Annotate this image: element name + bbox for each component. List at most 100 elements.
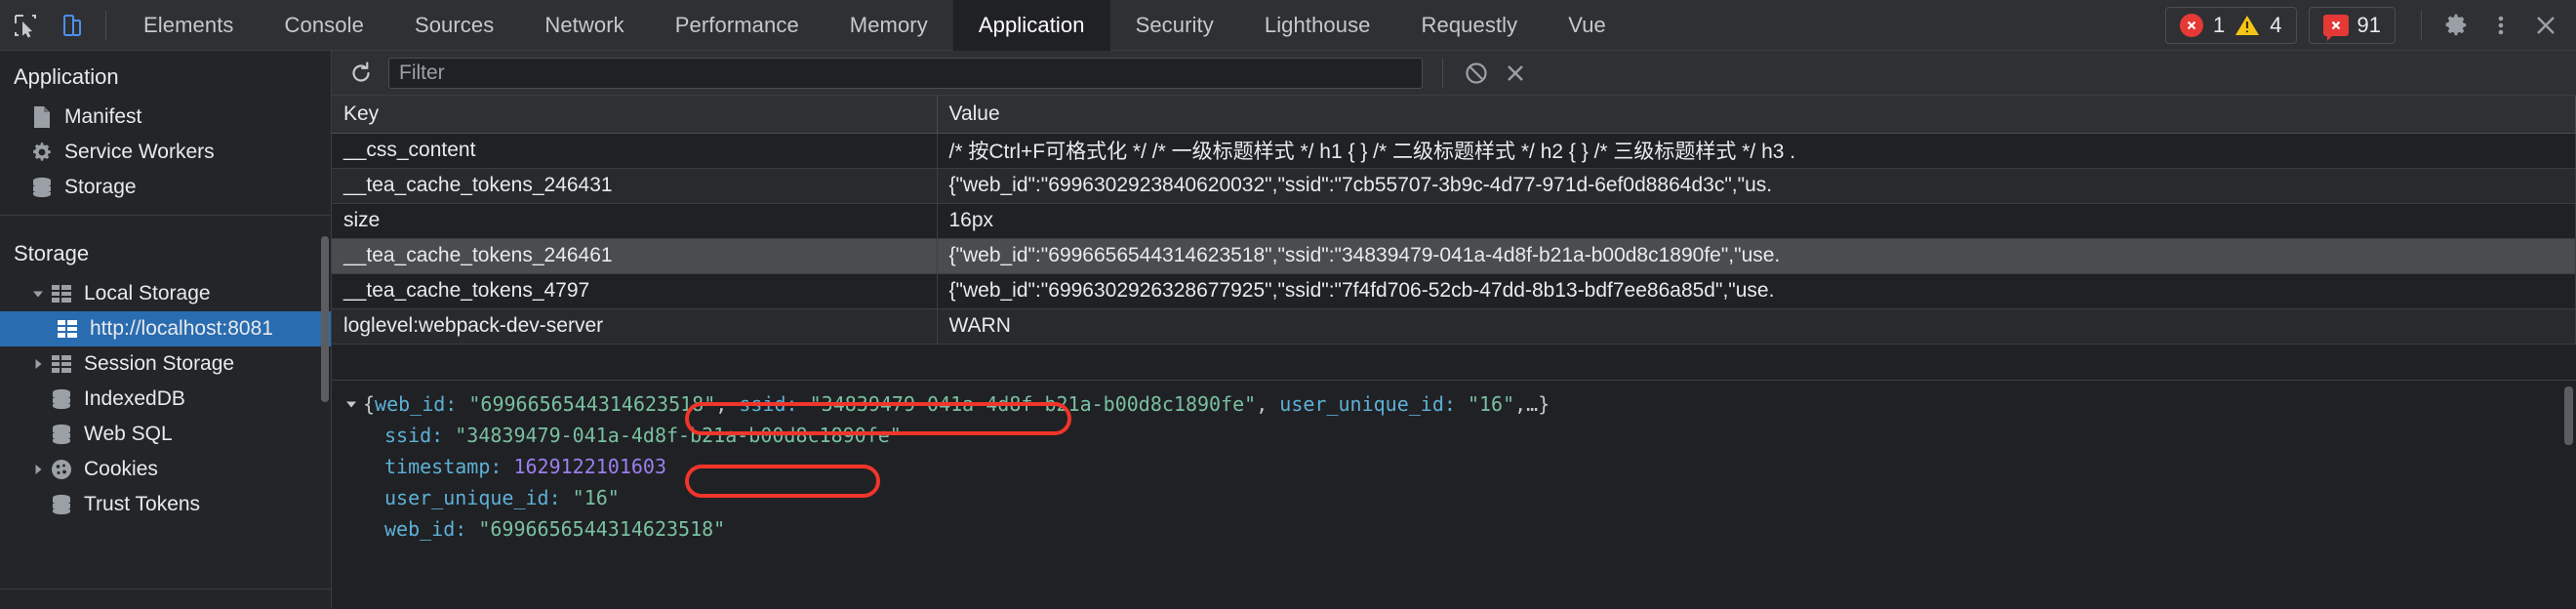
sidebar-item-cookies[interactable]: Cookies [0,452,331,487]
local-storage-panel: Key Value __css_content /* 按Ctrl+F可格式化 *… [332,51,2576,609]
error-icon [2180,13,2204,37]
sidebar-item-label: Storage [64,176,137,198]
tab-network[interactable]: Network [519,0,649,51]
table-row[interactable]: __tea_cache_tokens_4797 {"web_id":"69963… [332,273,2576,309]
application-sidebar: Application Manifest Service Workers Sto… [0,51,332,609]
sidebar-section-application: Application [14,64,119,89]
issues-badge[interactable]: 91 [2308,6,2395,44]
more-vertical-icon[interactable] [2478,3,2523,48]
tab-lighthouse[interactable]: Lighthouse [1239,0,1396,51]
sidebar-section-storage: Storage [14,241,90,265]
gear-icon[interactable] [2434,3,2478,48]
preview-property-ssid[interactable]: ssid: "34839479-041a-4d8f-b21a-b00d8c189… [342,420,2576,451]
table-row-selected[interactable]: __tea_cache_tokens_246461 {"web_id":"699… [332,238,2576,274]
sidebar-item-trust-tokens[interactable]: Trust Tokens [0,487,331,522]
tab-elements[interactable]: Elements [118,0,260,51]
preview-property-user-unique-id[interactable]: user_unique_id: "16" [342,482,2576,513]
preview-web-id-key: web_id: [375,392,458,416]
sidebar-item-manifest[interactable]: Manifest [0,100,331,135]
close-icon[interactable] [1496,54,1535,93]
error-count: 1 [2213,12,2226,37]
tab-requestly[interactable]: Requestly [1396,0,1544,51]
tab-sources[interactable]: Sources [389,0,519,51]
sidebar-item-web-sql[interactable]: Web SQL [0,417,331,452]
preview-ellipsis: ,…} [1514,392,1550,416]
toolbar-right-actions: 1 4 91 [2165,0,2576,51]
tab-application[interactable]: Application [952,0,1110,51]
preview-summary-line[interactable]: { web_id: "6996656544314623518" , ssid: … [342,388,2576,420]
chevron-down-icon[interactable] [29,287,47,301]
table-row[interactable]: __css_content /* 按Ctrl+F可格式化 */ /* 一级标题样… [332,133,2576,169]
property-key: web_id: [384,517,467,541]
database-icon [49,387,74,411]
sidebar-item-label: IndexedDB [84,387,185,410]
cookie-icon [49,458,74,481]
block-clear-icon[interactable] [1457,54,1496,93]
sidebar-item-session-storage[interactable]: Session Storage [0,346,331,382]
sidebar-item-local-storage[interactable]: Local Storage [0,276,331,311]
cell-value: 16px [937,203,2576,239]
tab-console[interactable]: Console [260,0,389,51]
sidebar-item-service-workers[interactable]: Service Workers [0,135,331,170]
database-icon [49,423,74,446]
close-icon[interactable] [2523,3,2568,48]
cell-value: WARN [937,308,2576,345]
gear-icon [29,141,55,164]
sidebar-item-indexeddb[interactable]: IndexedDB [0,382,331,417]
chevron-right-icon[interactable] [29,463,47,476]
column-header-key[interactable]: Key [332,96,938,134]
chevron-down-icon[interactable] [342,397,361,411]
preview-ssid-key: ssid: [739,392,798,416]
property-value: "6996656544314623518" [478,517,726,541]
refresh-icon[interactable] [342,54,381,93]
preview-property-web-id[interactable]: web_id: "6996656544314623518" [342,513,2576,545]
sidebar-item-localhost-origin[interactable]: http://localhost:8081 [0,311,331,346]
message-error-icon [2322,14,2349,41]
sidebar-item-label: Service Workers [64,141,215,163]
column-header-value[interactable]: Value [937,96,2576,134]
sidebar-item-label: http://localhost:8081 [90,317,273,340]
tab-performance[interactable]: Performance [650,0,825,51]
sidebar-item-storage[interactable]: Storage [0,170,331,205]
table-row[interactable]: loglevel:webpack-dev-server WARN [332,308,2576,345]
chevron-right-icon[interactable] [29,357,47,371]
preview-web-id-value: "6996656544314623518" [468,392,716,416]
local-storage-table: Key Value __css_content /* 按Ctrl+F可格式化 *… [332,96,2576,345]
cell-key: __tea_cache_tokens_246461 [332,238,938,274]
property-key: ssid: [384,424,444,447]
cell-key: size [332,203,938,239]
cell-key: __tea_cache_tokens_246431 [332,168,938,204]
sidebar-item-label: Local Storage [84,282,211,304]
device-toolbar-icon[interactable] [51,4,94,47]
tab-memory[interactable]: Memory [825,0,953,51]
sidebar-scrollbar[interactable] [321,236,329,402]
preview-comma-1: , [715,392,728,416]
table-grid-icon [49,284,74,304]
preview-property-timestamp[interactable]: timestamp: 1629122101603 [342,451,2576,482]
tab-security[interactable]: Security [1110,0,1239,51]
property-key: user_unique_id: [384,486,561,509]
message-count: 91 [2356,12,2381,37]
cell-value: {"web_id":"6996302926328677925","ssid":"… [937,273,2576,309]
cell-key: loglevel:webpack-dev-server [332,308,938,345]
table-row[interactable]: __tea_cache_tokens_246431 {"web_id":"699… [332,168,2576,204]
toolbar-divider [105,10,106,40]
tab-vue[interactable]: Vue [1543,0,1631,51]
inspect-element-icon[interactable] [4,4,47,47]
sidebar-item-label: Cookies [84,458,158,480]
preview-comma-2: , [1256,392,1268,416]
property-value: "16" [572,486,620,509]
filter-input[interactable] [388,57,1423,89]
value-preview-panel: { web_id: "6996656544314623518" , ssid: … [332,380,2576,609]
panel-tabs: Elements Console Sources Network Perform… [118,0,1631,51]
console-counters[interactable]: 1 4 [2165,6,2297,44]
table-row[interactable]: size 16px [332,203,2576,239]
sidebar-item-label: Session Storage [84,352,235,375]
table-body: __css_content /* 按Ctrl+F可格式化 */ /* 一级标题样… [332,133,2576,345]
property-value: "34839479-041a-4d8f-b21a-b00d8c1890fe" [455,424,902,447]
preview-scrollbar[interactable] [2564,386,2573,445]
warning-icon [2234,14,2260,37]
cell-value: {"web_id":"6996302923840620032","ssid":"… [937,168,2576,204]
filterbar-divider [1442,58,1443,88]
